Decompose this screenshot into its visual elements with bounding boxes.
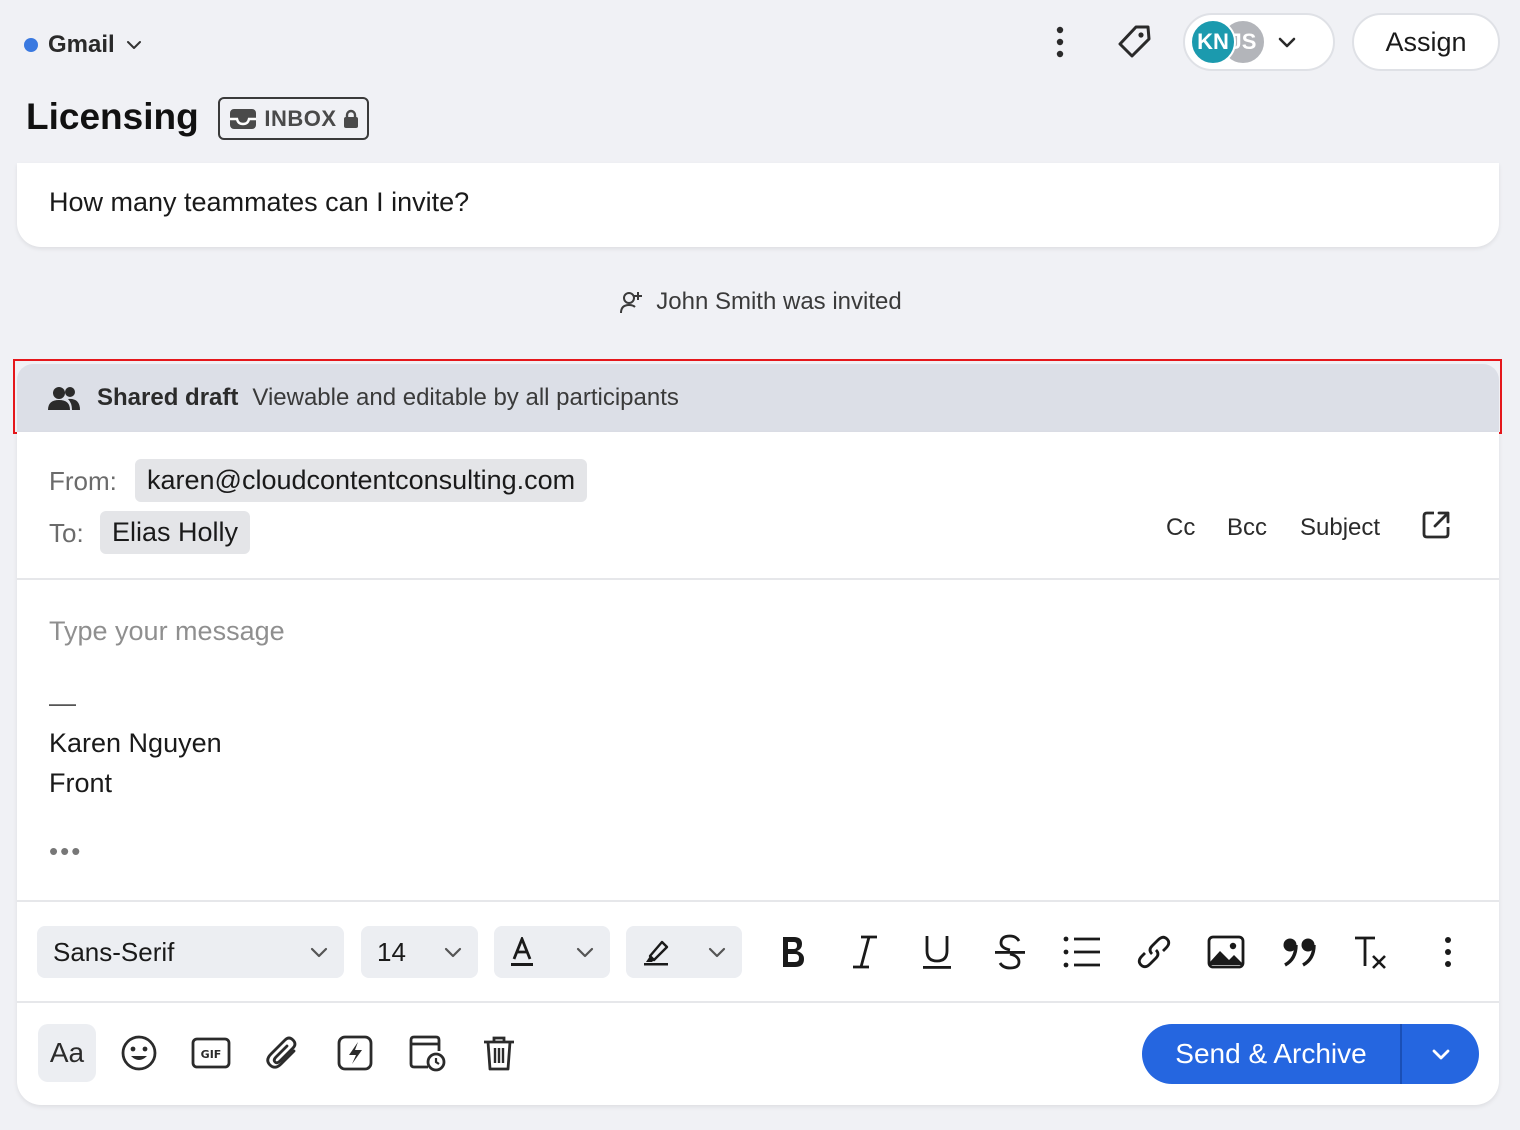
image-icon[interactable] <box>1200 926 1252 978</box>
more-formatting-icon[interactable] <box>1422 926 1474 978</box>
channel-name: Gmail <box>48 31 115 58</box>
font-size-select[interactable]: 14 <box>361 926 478 978</box>
chevron-down-icon <box>706 941 728 963</box>
tag-icon[interactable] <box>1111 19 1157 65</box>
text-color-select[interactable] <box>494 926 610 978</box>
reply-composer: From: karen@cloudcontentconsulting.com T… <box>17 432 1499 1105</box>
schedule-send-icon[interactable] <box>398 1024 456 1082</box>
clear-format-icon[interactable] <box>1345 926 1397 978</box>
font-size-value: 14 <box>377 936 406 967</box>
more-options-icon[interactable] <box>1037 19 1083 65</box>
event-text: John Smith was invited <box>656 288 902 315</box>
popout-icon[interactable] <box>1420 509 1452 541</box>
message-body: How many teammates can I invite? <box>49 187 470 217</box>
attachment-icon[interactable] <box>254 1024 312 1082</box>
chevron-down-icon <box>1429 1042 1453 1066</box>
inbox-label: INBOX <box>264 105 337 131</box>
chevron-down-icon <box>125 36 143 54</box>
emoji-icon[interactable] <box>110 1024 168 1082</box>
signature-name: Karen Nguyen <box>49 728 222 758</box>
gif-icon[interactable]: GIF <box>182 1024 240 1082</box>
bold-icon[interactable] <box>767 926 819 978</box>
assign-button[interactable]: Assign <box>1352 13 1500 71</box>
channel-selector[interactable]: Gmail <box>24 28 143 62</box>
recipient-chip[interactable]: Elias Holly <box>100 511 251 554</box>
to-label: To: <box>49 518 84 548</box>
italic-icon[interactable] <box>839 926 891 978</box>
underline-icon[interactable] <box>911 926 963 978</box>
channel-status-dot <box>24 38 38 52</box>
format-toggle-button[interactable]: Aa <box>38 1024 96 1082</box>
send-archive-group: Send & Archive <box>1142 1024 1479 1084</box>
shared-draft-description: Viewable and editable by all participant… <box>252 384 679 411</box>
send-archive-button[interactable]: Send & Archive <box>1142 1024 1400 1084</box>
shared-draft-banner: Shared draft Viewable and editable by al… <box>17 364 1499 432</box>
send-options-button[interactable] <box>1402 1024 1479 1084</box>
inbox-icon <box>228 107 258 131</box>
svg-text:GIF: GIF <box>201 1048 222 1061</box>
bottom-divider <box>17 1001 1499 1003</box>
chevron-down-icon <box>1276 31 1298 53</box>
highlighter-icon <box>642 938 670 966</box>
quote-icon[interactable] <box>1274 926 1326 978</box>
show-trimmed-button[interactable]: ••• <box>49 836 82 867</box>
from-field[interactable]: karen@cloudcontentconsulting.com <box>135 459 588 502</box>
avatar-kn: KN <box>1190 19 1236 65</box>
users-icon <box>47 385 81 411</box>
text-color-icon <box>510 937 534 967</box>
chevron-down-icon <box>442 941 464 963</box>
message-input[interactable]: Type your message <box>49 616 285 647</box>
bullet-list-icon[interactable] <box>1056 926 1108 978</box>
cc-button[interactable]: Cc <box>1166 514 1195 542</box>
lock-icon <box>343 109 359 129</box>
assignee-avatars[interactable]: KN JS <box>1183 13 1335 71</box>
trash-icon[interactable] <box>470 1024 528 1082</box>
inbox-badge[interactable]: INBOX <box>218 97 369 140</box>
message-card: How many teammates can I invite? <box>17 163 1499 247</box>
font-family-select[interactable]: Sans-Serif <box>37 926 344 978</box>
chevron-down-icon <box>308 941 330 963</box>
link-icon[interactable] <box>1128 926 1180 978</box>
invite-event: John Smith was invited <box>0 288 1520 316</box>
signature-company: Front <box>49 768 113 798</box>
snippet-icon[interactable] <box>326 1024 384 1082</box>
from-label: From: <box>49 466 117 496</box>
shared-draft-label: Shared draft <box>97 384 239 411</box>
subject-button[interactable]: Subject <box>1300 514 1380 542</box>
signature-separator: — <box>49 688 76 718</box>
header-divider <box>17 578 1499 580</box>
font-family-value: Sans-Serif <box>53 936 175 967</box>
chevron-down-icon <box>574 941 596 963</box>
strikethrough-icon[interactable] <box>984 926 1036 978</box>
bcc-button[interactable]: Bcc <box>1227 514 1267 542</box>
user-add-icon <box>618 289 644 315</box>
highlight-color-select[interactable] <box>626 926 742 978</box>
conversation-title: Licensing <box>26 96 199 137</box>
toolbar-divider <box>17 900 1499 902</box>
